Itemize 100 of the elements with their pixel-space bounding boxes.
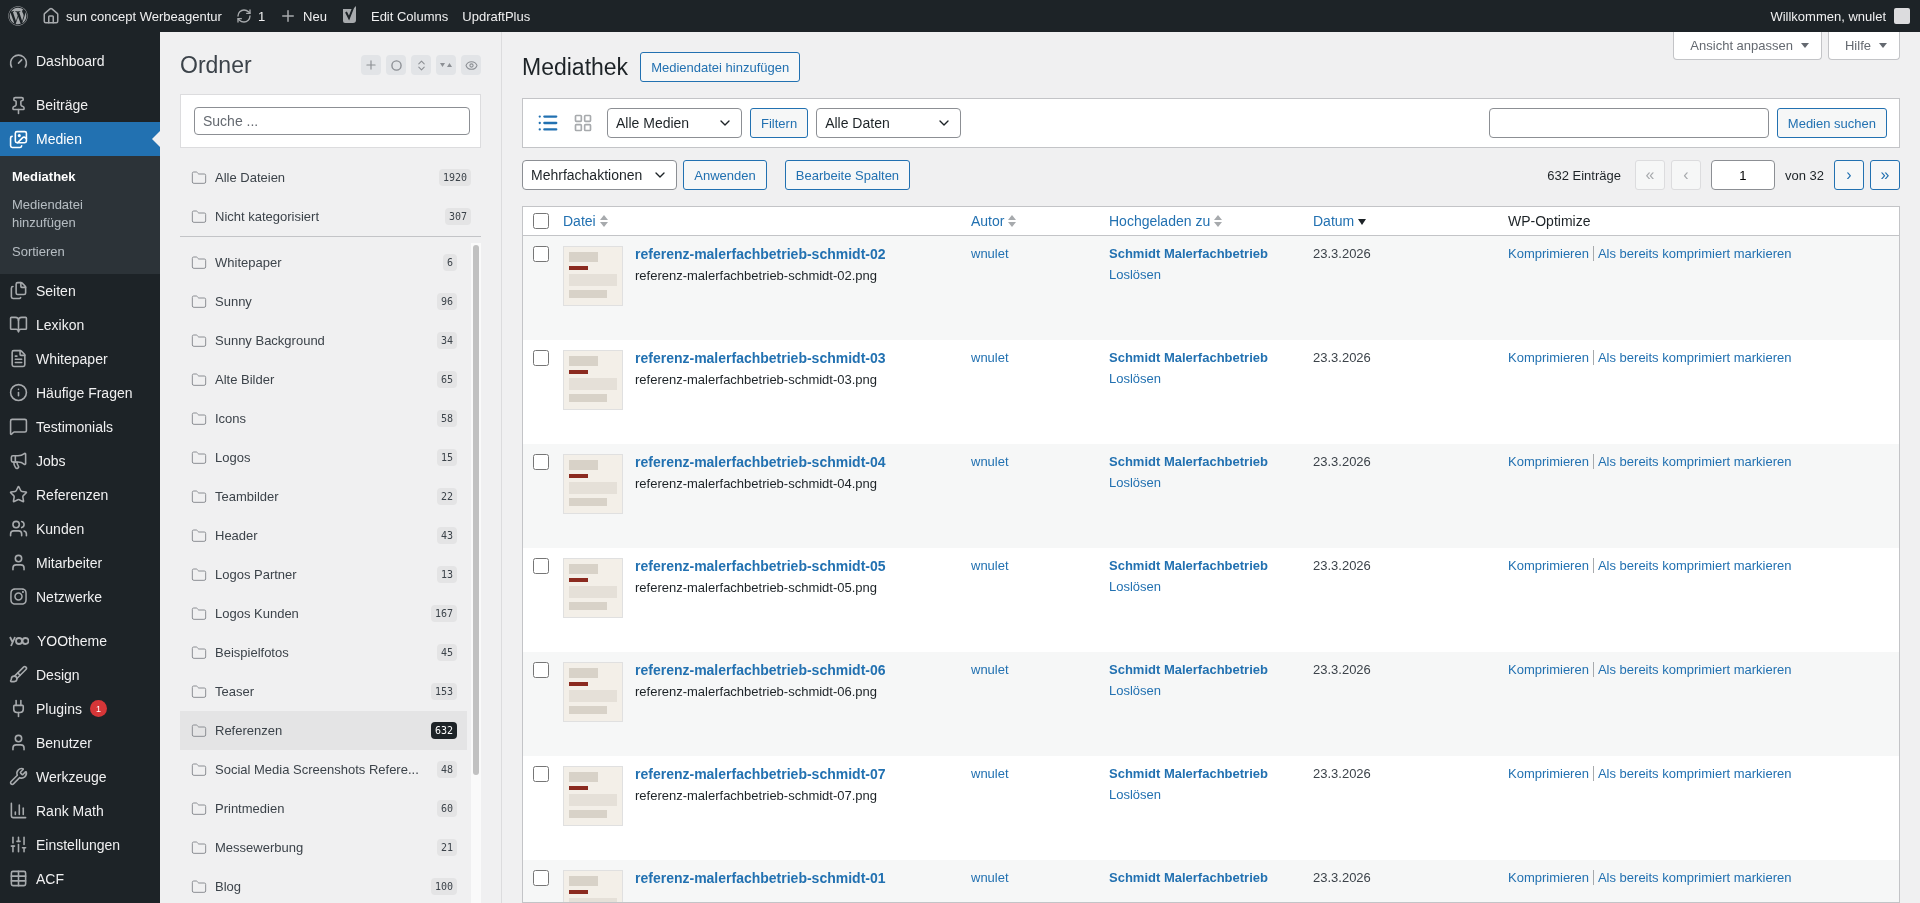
menu-item[interactable]: Einstellungen (0, 827, 160, 862)
attached-post-link[interactable]: Schmidt Malerfachbetrieb (1109, 454, 1309, 469)
optimize-action-link[interactable]: Als bereits komprimiert markieren (1592, 246, 1792, 261)
folder-item[interactable]: Logos Partner 13 (180, 555, 467, 594)
screen-options-tab[interactable]: Ansicht anpassen (1673, 32, 1822, 60)
wordpress-logo-icon[interactable] (8, 6, 28, 26)
column-header[interactable]: Datum (1313, 213, 1355, 229)
optimize-action-link[interactable]: Komprimieren (1508, 558, 1589, 573)
folder-item[interactable]: Icons 58 (180, 399, 467, 438)
optimize-action-link[interactable]: Komprimieren (1508, 246, 1589, 261)
media-title-link[interactable]: referenz-malerfachbetrieb-schmidt-05 (635, 558, 886, 574)
folder-item[interactable]: Sunny 96 (180, 282, 467, 321)
optimize-action-link[interactable]: Komprimieren (1508, 454, 1589, 469)
attached-post-link[interactable]: Schmidt Malerfachbetrieb (1109, 870, 1309, 885)
media-title-link[interactable]: referenz-malerfachbetrieb-schmidt-04 (635, 454, 886, 470)
column-header[interactable]: Hochgeladen zu (1109, 213, 1211, 229)
menu-item[interactable]: Beiträge (0, 88, 160, 122)
attached-post-link[interactable]: Schmidt Malerfachbetrieb (1109, 662, 1309, 677)
folder-item[interactable]: Blog 100 (180, 867, 467, 903)
row-checkbox[interactable] (533, 350, 549, 366)
site-link[interactable]: sun concept Werbeagentur (66, 8, 222, 24)
grid-view-button[interactable] (573, 113, 593, 133)
optimize-action-link[interactable]: Als bereits komprimiert markieren (1592, 870, 1792, 885)
menu-item[interactable]: Netzwerke (0, 579, 160, 614)
row-checkbox[interactable] (533, 454, 549, 470)
greeting-text[interactable]: Willkommen, wnulet (1770, 8, 1886, 24)
row-checkbox[interactable] (533, 870, 549, 886)
pagination-button[interactable]: » (1870, 160, 1900, 190)
scrollbar-thumb[interactable] (473, 245, 479, 775)
folder-item[interactable]: Printmedien 60 (180, 789, 467, 828)
bulk-actions-select[interactable]: Mehrfachaktionen (522, 160, 678, 190)
menu-item[interactable]: Lexikon (0, 307, 160, 342)
admin-bar-link[interactable]: UpdraftPlus (462, 8, 531, 24)
author-link[interactable]: wnulet (971, 662, 1105, 677)
folder-item[interactable]: Alte Bilder 65 (180, 360, 467, 399)
optimize-action-link[interactable]: Komprimieren (1508, 350, 1589, 365)
apply-button[interactable]: Anwenden (683, 160, 767, 190)
detach-link[interactable]: Loslösen (1109, 579, 1309, 594)
optimize-action-link[interactable]: Als bereits komprimiert markieren (1592, 454, 1792, 469)
page-number-field[interactable]: 1 (1710, 160, 1775, 190)
author-link[interactable]: wnulet (971, 766, 1105, 781)
screen-options-tab[interactable]: Hilfe (1828, 32, 1900, 60)
author-link[interactable]: wnulet (971, 246, 1105, 261)
column-header[interactable]: Autor (971, 213, 1005, 229)
media-title-link[interactable]: referenz-malerfachbetrieb-schmidt-01 (635, 870, 886, 886)
date-select[interactable]: Alle Daten (816, 108, 962, 138)
menu-item[interactable]: Mitarbeiter (0, 545, 160, 580)
menu-item[interactable]: Seiten (0, 273, 160, 308)
author-link[interactable]: wnulet (971, 870, 1105, 885)
submenu-item[interactable]: Mediendatei hinzufügen (0, 191, 160, 238)
row-checkbox[interactable] (533, 766, 549, 782)
menu-item[interactable]: Rank Math (0, 793, 160, 828)
list-view-button[interactable] (537, 112, 559, 134)
folder-item[interactable]: Header 43 (180, 516, 467, 555)
optimize-action-link[interactable]: Komprimieren (1508, 766, 1589, 781)
folder-item[interactable]: Alle Dateien 1920 (180, 158, 481, 197)
optimize-action-link[interactable]: Komprimieren (1508, 870, 1589, 885)
detach-link[interactable]: Loslösen (1109, 371, 1309, 386)
menu-item[interactable]: ACF (0, 861, 160, 896)
detach-link[interactable]: Loslösen (1109, 787, 1309, 802)
menu-item[interactable]: Häufige Fragen (0, 375, 160, 410)
menu-item[interactable]: Design (0, 657, 160, 692)
submenu-item[interactable]: Sortieren (0, 237, 160, 266)
menu-item[interactable]: Medien (0, 122, 160, 156)
media-title-link[interactable]: referenz-malerfachbetrieb-schmidt-06 (635, 662, 886, 678)
row-checkbox[interactable] (533, 558, 549, 574)
menu-item[interactable]: Jobs (0, 443, 160, 478)
select-all-checkbox[interactable] (533, 213, 549, 229)
folder-item[interactable]: Logos 15 (180, 438, 467, 477)
menu-item[interactable]: YOOtheme (0, 623, 160, 658)
author-link[interactable]: wnulet (971, 350, 1105, 365)
detach-link[interactable]: Loslösen (1109, 267, 1309, 282)
menu-item[interactable]: Whitepaper (0, 341, 160, 376)
detach-link[interactable]: Loslösen (1109, 475, 1309, 490)
optimize-action-link[interactable]: Als bereits komprimiert markieren (1592, 662, 1792, 677)
menu-item[interactable]: Dashboard (0, 44, 160, 78)
media-title-link[interactable]: referenz-malerfachbetrieb-schmidt-07 (635, 766, 886, 782)
folder-item[interactable]: Whitepaper 6 (180, 243, 467, 282)
folder-item[interactable]: Teaser 153 (180, 672, 467, 711)
folder-item[interactable]: Messewerbung 21 (180, 828, 467, 867)
author-link[interactable]: wnulet (971, 558, 1105, 573)
filter-button[interactable]: Filtern (750, 108, 809, 138)
circle-button[interactable] (386, 55, 406, 75)
detach-link[interactable]: Loslösen (1109, 683, 1309, 698)
collapse-button[interactable] (411, 55, 431, 75)
pagination-button[interactable]: › (1834, 160, 1864, 190)
optimize-action-link[interactable]: Als bereits komprimiert markieren (1592, 558, 1792, 573)
eye-button[interactable] (461, 55, 481, 75)
menu-item[interactable]: Testimonials (0, 409, 160, 444)
menu-item[interactable]: Referenzen (0, 477, 160, 512)
attached-post-link[interactable]: Schmidt Malerfachbetrieb (1109, 246, 1309, 261)
admin-bar-link[interactable]: Edit Columns (370, 8, 449, 24)
search-media-button[interactable]: Medien suchen (1776, 108, 1887, 138)
updates-count[interactable]: 1 (257, 8, 266, 24)
search-field[interactable] (1488, 108, 1769, 138)
folder-item[interactable]: Social Media Screenshots Refere... 48 (180, 750, 467, 789)
attached-post-link[interactable]: Schmidt Malerfachbetrieb (1109, 558, 1309, 573)
optimize-action-link[interactable]: Als bereits komprimiert markieren (1592, 350, 1792, 365)
add-media-button[interactable]: Mediendatei hinzufügen (640, 52, 801, 82)
row-checkbox[interactable] (533, 246, 549, 262)
